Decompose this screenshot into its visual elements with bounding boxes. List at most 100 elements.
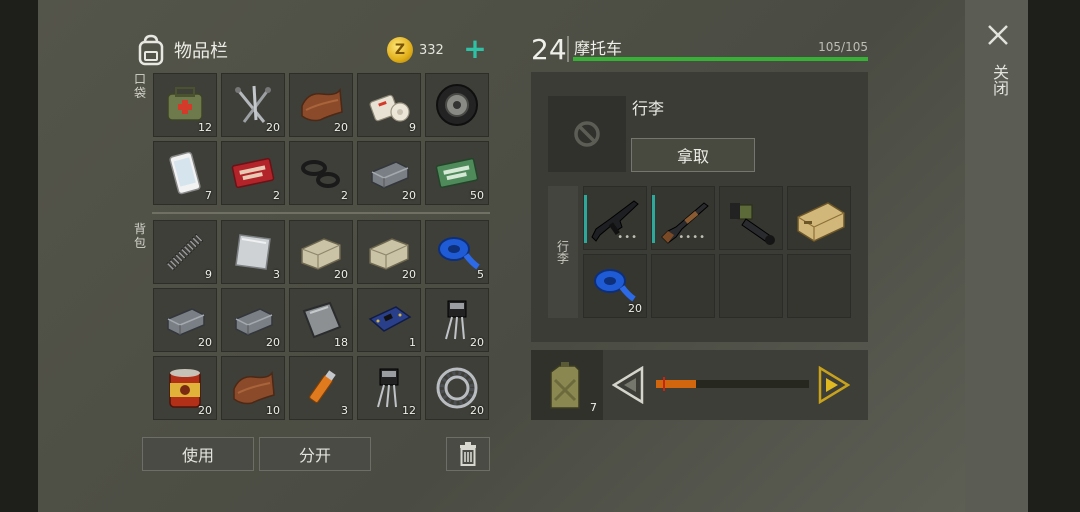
luggage-slot-tape[interactable]: 20 xyxy=(583,254,647,318)
close-icon[interactable] xyxy=(987,24,1009,46)
inventory-slot-metal-sheet[interactable]: 3 xyxy=(221,220,285,284)
fuel-count: 7 xyxy=(590,401,597,414)
inventory-slot-spring[interactable]: 9 xyxy=(153,220,217,284)
equipped-marker xyxy=(652,195,655,243)
inventory-slot-ration-coupon[interactable]: 50 xyxy=(425,141,489,205)
inventory-slot-metal-bar[interactable]: 20 xyxy=(357,141,421,205)
rubber-rings-icon xyxy=(301,160,340,188)
trash-button[interactable] xyxy=(446,437,490,471)
inventory-slot-metal-plate[interactable]: 18 xyxy=(289,288,353,352)
combat-coupon-icon xyxy=(231,157,275,189)
luggage-slot-empty[interactable] xyxy=(651,254,715,318)
use-button[interactable]: 使用 xyxy=(142,437,254,471)
inventory-slot-bandage[interactable]: 9 xyxy=(357,73,421,137)
inventory-slot-leather[interactable]: 20 xyxy=(289,73,353,137)
inventory-slot-bearing[interactable]: 20 xyxy=(425,356,489,420)
item-count: 20 xyxy=(402,268,416,281)
item-count: 20 xyxy=(470,404,484,417)
inventory-slot-tire[interactable] xyxy=(425,73,489,137)
inventory-slot-rubber-rings[interactable]: 2 xyxy=(289,141,353,205)
fuel-slot[interactable]: 7 xyxy=(531,350,603,420)
item-count: 12 xyxy=(198,121,212,134)
tape-icon xyxy=(438,237,480,270)
coin-counter: Z 332 xyxy=(387,36,444,64)
take-button[interactable]: 拿取 xyxy=(631,138,755,172)
item-count: 2 xyxy=(341,189,348,202)
screen-edge xyxy=(1028,0,1080,512)
smartphone-icon xyxy=(169,151,201,195)
luggage-slot-empty[interactable] xyxy=(787,254,851,318)
hp-bar xyxy=(573,57,868,61)
inventory-slot-medkit-bag[interactable]: 12 xyxy=(153,73,217,137)
inventory-slot-stone[interactable]: 20 xyxy=(289,220,353,284)
luggage-slot-grenade-launcher[interactable] xyxy=(719,186,783,250)
inventory-slot-stone[interactable]: 20 xyxy=(357,220,421,284)
usb-drive-icon xyxy=(309,370,336,404)
item-count: 9 xyxy=(205,268,212,281)
upgrade-dots: ••• xyxy=(617,232,638,243)
inventory-slot-transistor[interactable]: 12 xyxy=(357,356,421,420)
inventory-slot-leather[interactable]: 10 xyxy=(221,356,285,420)
decrease-fuel-button[interactable] xyxy=(612,366,644,404)
inventory-slot-transistor[interactable]: 20 xyxy=(425,288,489,352)
inventory-slot-nails[interactable]: 20 xyxy=(221,73,285,137)
luggage-side-tab: 行李 xyxy=(548,186,578,318)
hp-bar-fill xyxy=(573,57,868,61)
item-count: 7 xyxy=(205,189,212,202)
add-coins-button[interactable]: + xyxy=(461,35,489,64)
item-count: 20 xyxy=(628,302,642,315)
tire-icon xyxy=(436,84,478,126)
luggage-slot-ammo-box[interactable] xyxy=(787,186,851,250)
backpack-icon xyxy=(138,34,164,66)
inventory-slot-tape[interactable]: 5 xyxy=(425,220,489,284)
vehicle-level: 24 xyxy=(531,33,567,66)
item-count: 20 xyxy=(266,336,280,349)
inventory-slot-metal-bar[interactable]: 20 xyxy=(153,288,217,352)
upgrade-dots: •••• xyxy=(678,232,706,243)
inventory-slot-circuit-board[interactable]: 1 xyxy=(357,288,421,352)
item-count: 12 xyxy=(402,404,416,417)
trash-icon xyxy=(460,442,476,466)
metal-sheet-icon xyxy=(235,234,271,270)
bandage-icon xyxy=(369,94,410,122)
luggage-slot-shotgun[interactable]: •••• xyxy=(651,186,715,250)
item-count: 3 xyxy=(341,404,348,417)
fuel-slider-marker xyxy=(663,377,665,391)
coin-amount: 332 xyxy=(419,42,444,58)
luggage-preview xyxy=(548,96,626,172)
inventory-slot-smartphone[interactable]: 7 xyxy=(153,141,217,205)
fuel-slider[interactable] xyxy=(656,377,809,391)
increase-fuel-button[interactable] xyxy=(818,366,850,404)
section-divider xyxy=(152,212,490,214)
item-count: 20 xyxy=(198,404,212,417)
item-count: 3 xyxy=(273,268,280,281)
spring-icon xyxy=(166,233,204,271)
close-label[interactable]: 关闭 xyxy=(987,64,1011,96)
inventory-slot-metal-bar[interactable]: 20 xyxy=(221,288,285,352)
luggage-slot-empty[interactable] xyxy=(719,254,783,318)
ammo-box-icon xyxy=(797,202,845,242)
jerrycan-icon xyxy=(550,362,580,409)
luggage-side-label: 行李 xyxy=(555,240,570,264)
item-count: 5 xyxy=(477,268,484,281)
item-count: 20 xyxy=(266,121,280,134)
item-count: 20 xyxy=(198,336,212,349)
circuit-board-icon xyxy=(368,306,412,332)
inventory-slot-usb-drive[interactable]: 3 xyxy=(289,356,353,420)
inventory-header: 物品栏 xyxy=(136,32,228,68)
split-button[interactable]: 分开 xyxy=(259,437,371,471)
item-count: 20 xyxy=(334,121,348,134)
item-count: 50 xyxy=(470,189,484,202)
inventory-slot-combat-coupon[interactable]: 2 xyxy=(221,141,285,205)
luggage-slot-assault-rifle[interactable]: ••• xyxy=(583,186,647,250)
item-count: 20 xyxy=(470,336,484,349)
luggage-title: 行李 xyxy=(632,99,665,118)
item-count: 2 xyxy=(273,189,280,202)
vehicle-hp: 105/105 xyxy=(818,40,868,54)
equipped-marker xyxy=(584,195,587,243)
inventory-title: 物品栏 xyxy=(174,41,228,62)
prohibited-icon xyxy=(574,121,600,147)
grenade-launcher-icon xyxy=(730,203,775,245)
item-count: 10 xyxy=(266,404,280,417)
inventory-slot-canned-food[interactable]: 20 xyxy=(153,356,217,420)
